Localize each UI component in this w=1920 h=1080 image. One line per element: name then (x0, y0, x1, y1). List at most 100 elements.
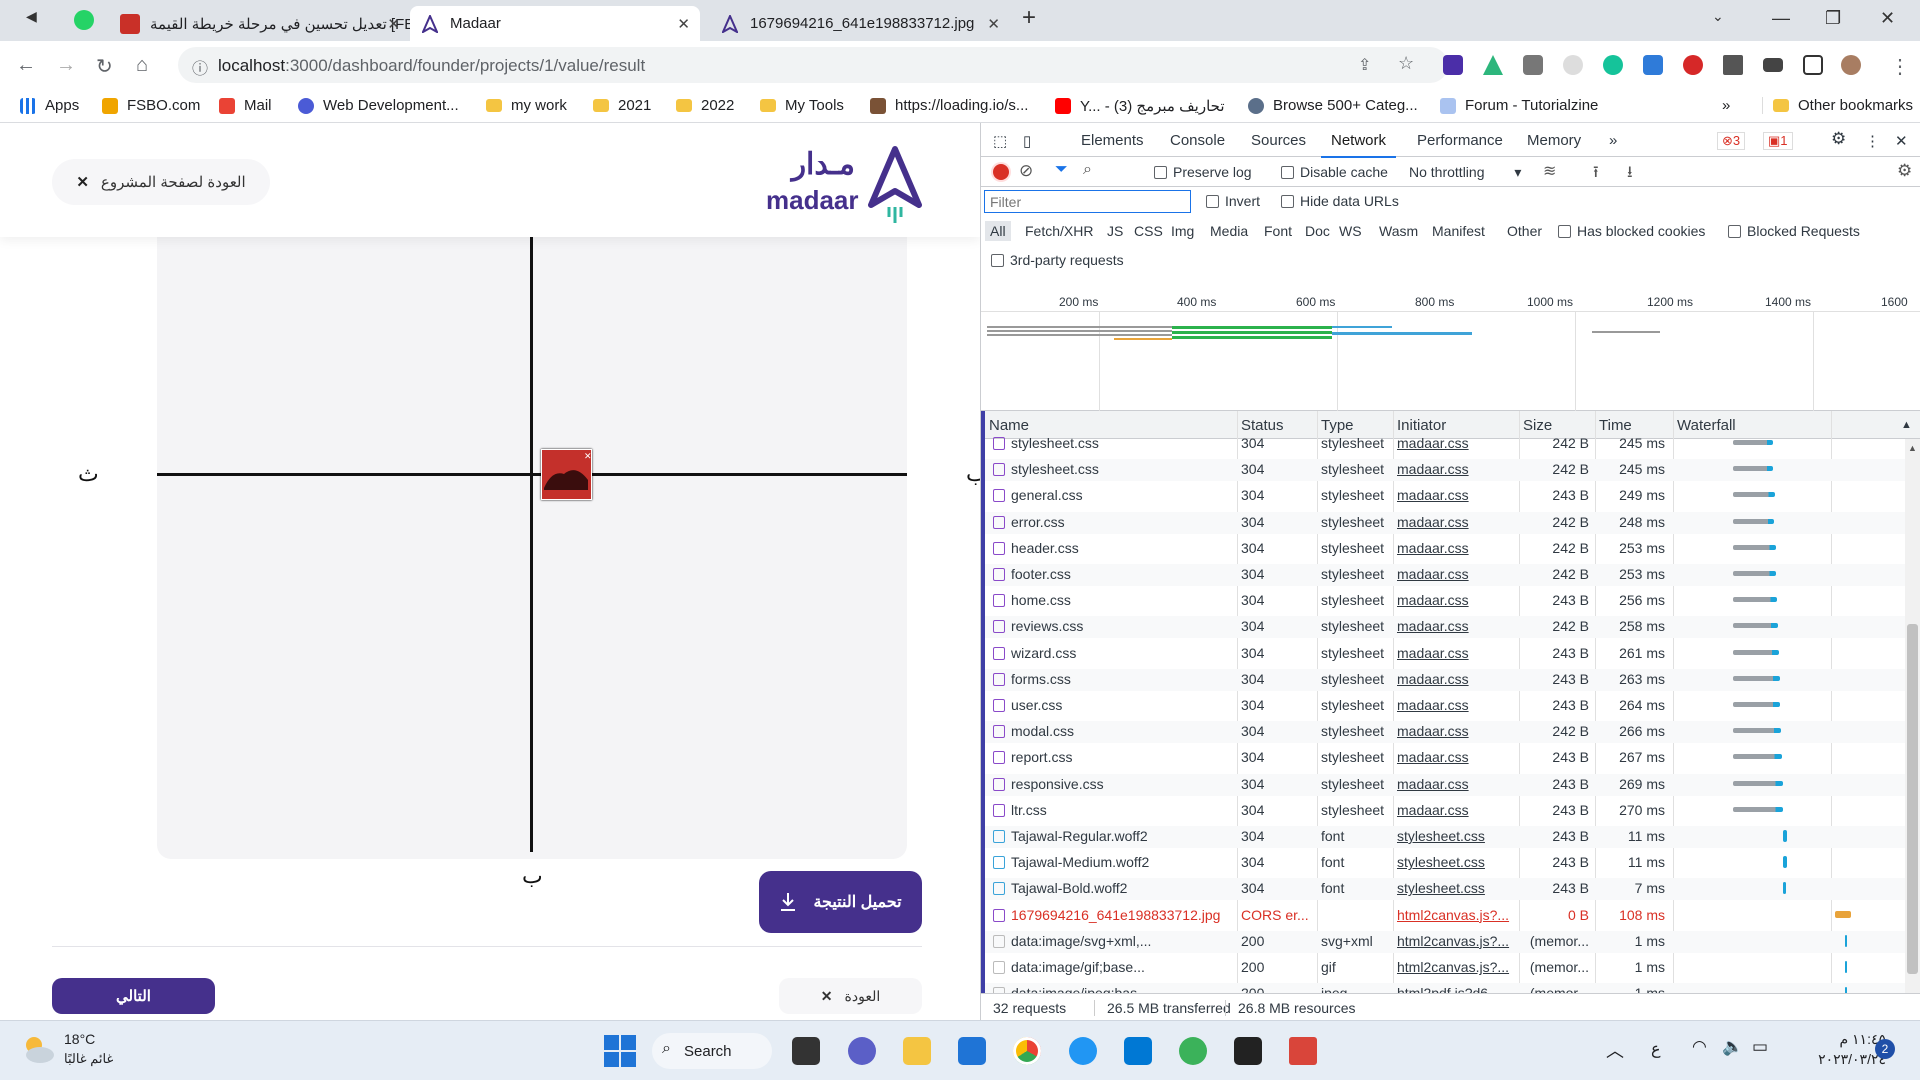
whatsapp-icon[interactable] (74, 10, 94, 30)
tab-image[interactable]: 1679694216_641e198833712.jpg ✕ (710, 6, 1010, 41)
bookmark-browse[interactable]: Browse 500+ Categ... (1248, 97, 1418, 114)
camera-icon[interactable] (1523, 55, 1543, 75)
bookmark-apps[interactable]: Apps (20, 97, 79, 114)
column-initiator[interactable]: Initiator (1397, 417, 1446, 434)
reload-icon[interactable]: ↻ (96, 54, 113, 79)
table-row[interactable]: general.css 304 stylesheet madaar.css 243 B 2… (985, 485, 1905, 507)
third-party-checkbox[interactable]: 3rd-party requests (991, 252, 1124, 268)
request-initiator[interactable]: madaar.css (1397, 723, 1469, 739)
type-filter-fetch[interactable]: Fetch/XHR (1025, 223, 1093, 239)
request-initiator[interactable]: stylesheet.css (1397, 880, 1485, 896)
table-row[interactable]: header.css 304 stylesheet madaar.css 242 B 25… (985, 538, 1905, 560)
table-row[interactable]: forms.css 304 stylesheet madaar.css 243 B 263… (985, 668, 1905, 691)
bookmark-star-icon[interactable]: ☆ (1398, 53, 1414, 74)
tab-memory[interactable]: Memory (1527, 132, 1581, 149)
other-bookmarks[interactable]: Other bookmarks (1762, 97, 1913, 114)
has-blocked-cookies-checkbox[interactable]: Has blocked cookies (1558, 223, 1705, 239)
disable-cache-checkbox[interactable]: Disable cache (1281, 164, 1388, 180)
side-panel-icon[interactable] (1803, 55, 1823, 75)
inspect-element-icon[interactable]: ⬚ (993, 132, 1007, 150)
clear-icon[interactable]: ⊘ (1019, 161, 1033, 181)
next-button[interactable]: التالي (52, 978, 215, 1014)
type-filter-doc[interactable]: Doc (1305, 223, 1330, 239)
type-filter-img[interactable]: Img (1171, 223, 1194, 239)
minimize-button[interactable]: — (1772, 8, 1790, 29)
invert-checkbox[interactable]: Invert (1206, 193, 1260, 209)
back-button[interactable]: العودة ✕ (779, 978, 922, 1014)
bookmark-fsbo[interactable]: FSBO.com (102, 97, 200, 114)
column-name[interactable]: Name (989, 417, 1029, 434)
timeline-overview[interactable] (981, 312, 1920, 411)
request-initiator[interactable]: madaar.css (1397, 802, 1469, 818)
close-tab-icon[interactable]: ✕ (387, 15, 400, 33)
type-filter-font[interactable]: Font (1264, 223, 1292, 239)
tab-search-chevron-icon[interactable]: ⌄ (1712, 8, 1724, 25)
network-conditions-icon[interactable]: ≋ (1543, 161, 1556, 181)
battery-icon[interactable]: ▭ (1752, 1037, 1768, 1057)
hide-data-urls-checkbox[interactable]: Hide data URLs (1281, 193, 1399, 209)
table-row[interactable]: Tajawal-Bold.woff2 304 font stylesheet.css 2… (985, 878, 1905, 901)
table-row[interactable]: Tajawal-Regular.woff2 304 font stylesheet.c… (985, 826, 1905, 848)
wifi-icon[interactable]: ◠ (1692, 1037, 1707, 1057)
request-initiator[interactable]: stylesheet.css (1397, 854, 1485, 870)
table-row[interactable]: Tajawal-Medium.woff2 304 font stylesheet.cs… (985, 852, 1905, 874)
table-row[interactable]: user.css 304 stylesheet madaar.css 243 B 264 … (985, 695, 1905, 717)
request-initiator[interactable]: madaar.css (1397, 566, 1469, 582)
column-type[interactable]: Type (1321, 417, 1354, 434)
table-row[interactable]: responsive.css 304 stylesheet madaar.css 243… (985, 773, 1905, 796)
table-row[interactable]: footer.css 304 stylesheet madaar.css 242 B 25… (985, 564, 1905, 586)
clock-time[interactable]: ١١:٤٥ م (1806, 1031, 1886, 1048)
record-icon[interactable] (993, 164, 1009, 180)
request-initiator[interactable]: html2canvas.js?... (1397, 959, 1509, 975)
blocked-requests-checkbox[interactable]: Blocked Requests (1728, 223, 1860, 239)
network-settings-icon[interactable]: ⚙ (1897, 161, 1912, 181)
request-initiator[interactable]: madaar.css (1397, 618, 1469, 634)
info-icon[interactable]: ⓘ (192, 55, 208, 79)
mute-icon[interactable]: ◀ (26, 8, 37, 25)
back-icon[interactable]: ← (16, 54, 36, 77)
more-bookmarks-icon[interactable]: » (1722, 97, 1730, 114)
type-filter-other[interactable]: Other (1507, 223, 1542, 239)
language-indicator[interactable]: ع (1651, 1039, 1661, 1059)
more-tabs-icon[interactable]: » (1609, 132, 1617, 149)
close-devtools-icon[interactable]: ✕ (1895, 132, 1908, 150)
request-initiator[interactable]: madaar.css (1397, 435, 1469, 451)
new-tab-button[interactable]: + (1022, 4, 1036, 32)
type-filter-wasm[interactable]: Wasm (1379, 223, 1418, 239)
media-icon[interactable] (1763, 58, 1783, 72)
forward-icon[interactable]: → (56, 54, 76, 77)
bookmark-tutorialzine[interactable]: Forum - Tutorialzine (1440, 97, 1598, 114)
bookmark-folder-2022[interactable]: 2022 (676, 97, 734, 114)
vscode-icon[interactable] (1124, 1037, 1152, 1065)
request-initiator[interactable]: madaar.css (1397, 487, 1469, 503)
bookmark-folder-mytools[interactable]: My Tools (760, 97, 844, 114)
type-filter-css[interactable]: CSS (1134, 223, 1163, 239)
clock-date[interactable]: ٢٠٢٣/٠٣/٢٤ (1796, 1051, 1886, 1068)
error-count-badge[interactable]: ⊗3 (1717, 132, 1746, 150)
settings-gear-icon[interactable]: ⚙ (1831, 129, 1846, 149)
grammarly-icon[interactable] (1603, 55, 1623, 75)
notification-badge[interactable]: 2 (1875, 1039, 1895, 1059)
bookmark-folder-mywork[interactable]: my work (486, 97, 567, 114)
tab-sources[interactable]: Sources (1251, 132, 1306, 149)
tab-console[interactable]: Console (1170, 132, 1225, 149)
close-tab-icon[interactable]: ✕ (677, 15, 690, 33)
tab-jira[interactable]: [FE] تعديل تحسين في مرحلة خريطة القيمة ✕ (110, 6, 410, 41)
puzzle-icon[interactable] (1723, 55, 1743, 75)
column-size[interactable]: Size (1523, 417, 1552, 434)
request-initiator[interactable]: madaar.css (1397, 749, 1469, 765)
maximize-button[interactable]: ❐ (1825, 8, 1841, 29)
close-window-button[interactable]: ✕ (1880, 8, 1895, 29)
avatar[interactable] (1841, 55, 1861, 75)
request-initiator[interactable]: html2canvas.js?... (1397, 933, 1509, 949)
type-filter-ws[interactable]: WS (1339, 223, 1362, 239)
volume-icon[interactable]: 🔈 (1722, 1037, 1743, 1057)
extension-icon[interactable] (1563, 55, 1583, 75)
weather-temp[interactable]: 18°C (64, 1031, 95, 1047)
type-filter-js[interactable]: JS (1107, 223, 1123, 239)
app-icon[interactable] (1069, 1037, 1097, 1065)
app-icon[interactable] (1289, 1037, 1317, 1065)
export-har-icon[interactable]: ⭳ (1627, 161, 1633, 188)
close-tab-icon[interactable]: ✕ (987, 15, 1000, 33)
request-initiator[interactable]: madaar.css (1397, 592, 1469, 608)
